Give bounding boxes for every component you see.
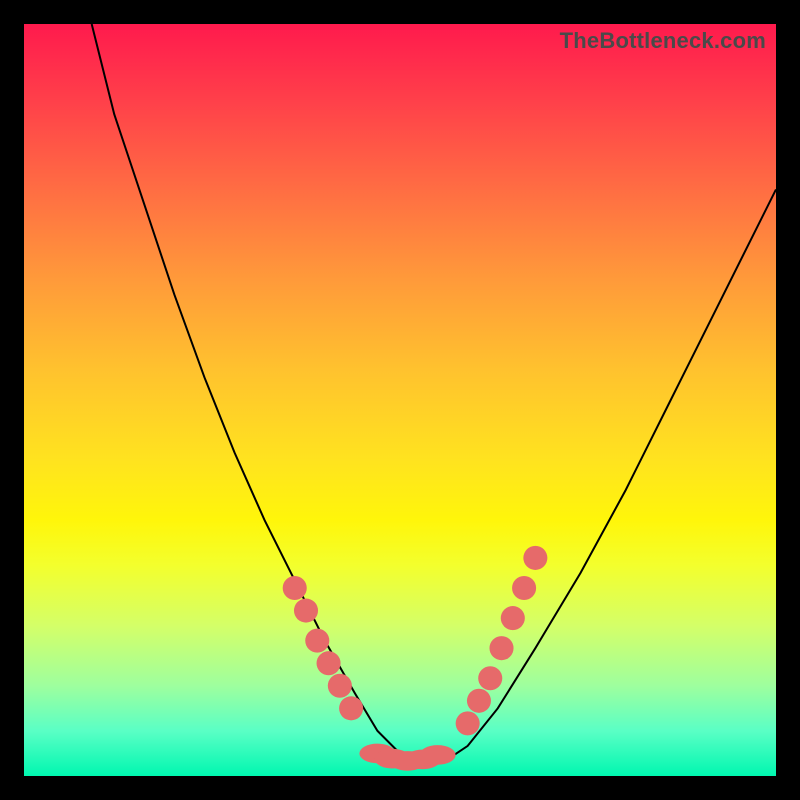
data-marker (512, 576, 536, 600)
marker-cluster-bottom (359, 744, 455, 771)
data-marker (294, 599, 318, 623)
data-marker (305, 629, 329, 653)
plot-area: TheBottleneck.com (24, 24, 776, 776)
data-marker (489, 636, 513, 660)
data-marker (283, 576, 307, 600)
marker-cluster-right (456, 546, 548, 736)
marker-cluster-left (283, 576, 363, 720)
chart-svg (24, 24, 776, 776)
data-marker (501, 606, 525, 630)
bottleneck-curve (92, 24, 776, 761)
data-marker (328, 674, 352, 698)
data-marker (523, 546, 547, 570)
data-marker (420, 745, 456, 765)
data-marker (478, 666, 502, 690)
data-marker (467, 689, 491, 713)
chart-frame: TheBottleneck.com (0, 0, 800, 800)
data-marker (317, 651, 341, 675)
data-marker (339, 696, 363, 720)
data-marker (456, 711, 480, 735)
